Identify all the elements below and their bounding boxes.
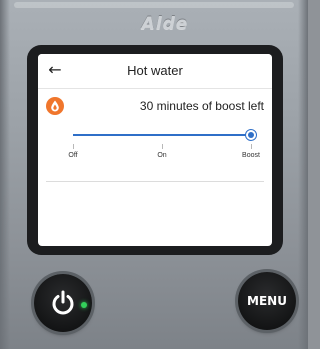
- screen-header: Hot water ←: [38, 54, 272, 89]
- slider-label-on[interactable]: On: [142, 152, 182, 159]
- back-arrow-icon[interactable]: ←: [45, 60, 65, 80]
- page-title: Hot water: [127, 63, 183, 78]
- slider-tick-on: [162, 144, 163, 149]
- slider-label-boost[interactable]: Boost: [231, 152, 271, 159]
- water-drop-icon: [46, 97, 64, 115]
- slider-track[interactable]: [73, 134, 251, 136]
- menu-button-label: MENU: [247, 294, 287, 308]
- bezel-highlight: [14, 2, 294, 8]
- brand-logo-text: Alde: [141, 14, 189, 34]
- boost-status-text: 30 minutes of boost left: [139, 99, 264, 113]
- hot-water-mode-slider[interactable]: [73, 129, 257, 141]
- touch-screen: Hot water ← 30 minutes of boost left Off…: [38, 54, 272, 246]
- power-indicator-led: [81, 302, 87, 308]
- heater-control-panel: Alde Hot water ← 30 minutes of boost lef…: [0, 0, 308, 349]
- slider-label-off[interactable]: Off: [53, 152, 93, 159]
- slider-tick-boost: [251, 144, 252, 149]
- slider-thumb[interactable]: [245, 129, 257, 141]
- section-divider: [46, 181, 264, 182]
- slider-tick-off: [73, 144, 74, 149]
- brand-logo: Alde: [128, 11, 202, 37]
- menu-button[interactable]: MENU: [238, 272, 296, 330]
- power-button[interactable]: [34, 274, 92, 332]
- power-icon: [52, 290, 74, 315]
